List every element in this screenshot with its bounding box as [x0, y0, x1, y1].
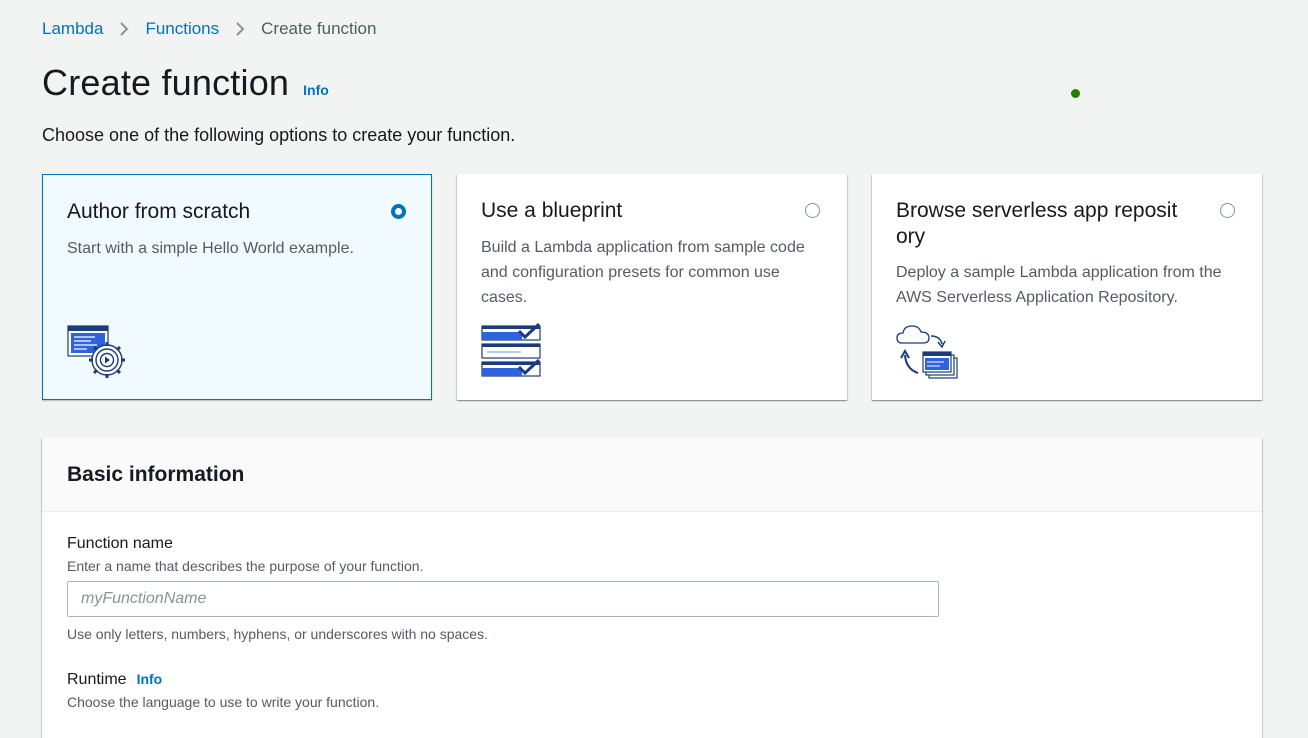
option-description: Build a Lambda application from sample c… — [481, 239, 805, 306]
option-title: Browse serverless app reposit ory — [896, 199, 1178, 248]
breadcrumb: Lambda Functions Create function — [42, 19, 376, 39]
basic-information-panel: Basic information Function name Enter a … — [42, 438, 1262, 738]
page-subtitle: Choose one of the following options to c… — [42, 125, 516, 145]
radio-author-from-scratch[interactable] — [391, 204, 406, 219]
option-description: Start with a simple Hello World example. — [67, 240, 354, 257]
runtime-info-link[interactable]: Info — [137, 671, 163, 687]
chevron-right-icon — [235, 21, 245, 37]
option-author-from-scratch[interactable]: Author from scratch Start with a simple … — [42, 174, 432, 400]
breadcrumb-current: Create function — [261, 19, 377, 38]
page-header: Create function Info — [42, 62, 329, 104]
runtime-label-row: Runtime Info — [67, 671, 162, 689]
option-browse-serverless-repo[interactable]: Browse serverless app reposit ory Deploy… — [872, 174, 1262, 400]
breadcrumb-lambda-link[interactable]: Lambda — [42, 19, 103, 39]
runtime-description: Choose the language to use to write your… — [67, 694, 380, 710]
option-description: Deploy a sample Lambda application from … — [896, 264, 1222, 306]
chevron-right-icon — [119, 21, 129, 37]
function-name-description: Enter a name that describes the purpose … — [67, 558, 424, 574]
function-name-input[interactable] — [67, 581, 939, 617]
runtime-label: Runtime — [67, 671, 127, 688]
panel-title: Basic information — [67, 463, 245, 486]
status-dot-icon — [1071, 89, 1080, 98]
radio-browse-serverless-repo[interactable] — [1220, 203, 1235, 218]
code-editor-gear-icon — [67, 324, 129, 387]
cloud-deploy-icon — [896, 323, 960, 386]
info-link[interactable]: Info — [303, 82, 329, 98]
function-name-label: Function name — [67, 535, 173, 552]
checklist-icon — [481, 322, 545, 386]
option-title: Author from scratch — [67, 200, 251, 223]
function-name-hint: Use only letters, numbers, hyphens, or u… — [67, 626, 488, 642]
page-title: Create function — [42, 62, 290, 103]
breadcrumb-functions-link[interactable]: Functions — [145, 19, 219, 39]
option-use-blueprint[interactable]: Use a blueprint Build a Lambda applicati… — [457, 174, 847, 400]
radio-use-blueprint[interactable] — [805, 203, 820, 218]
option-title: Use a blueprint — [481, 199, 623, 222]
